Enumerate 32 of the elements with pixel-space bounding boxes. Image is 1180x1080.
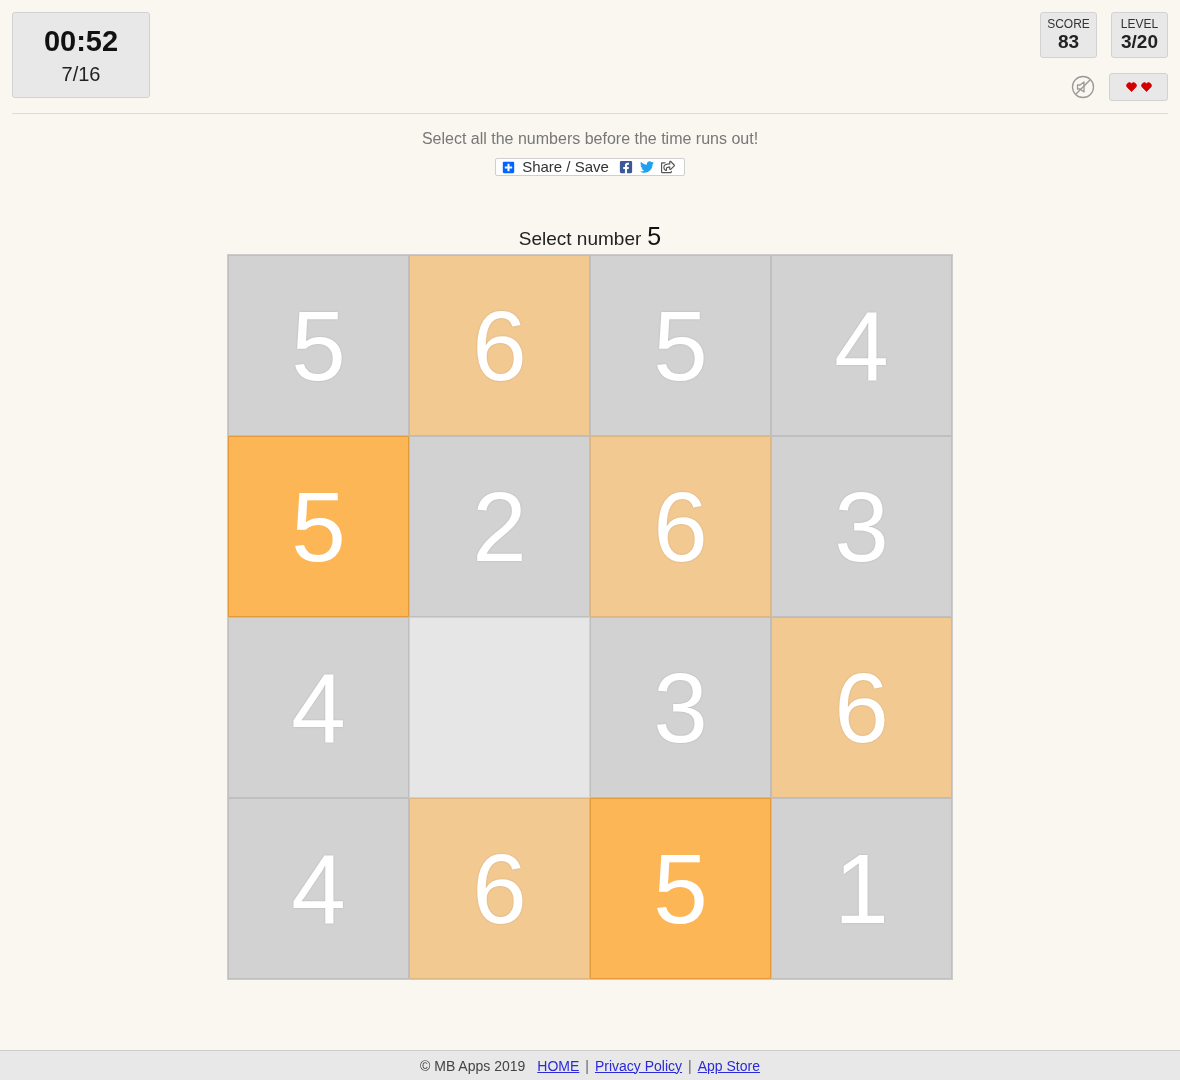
stat-value: 3/20 <box>1121 31 1158 53</box>
share-button[interactable] <box>660 160 675 174</box>
footer-link[interactable]: Privacy Policy <box>594 1057 683 1074</box>
footer-link[interactable]: HOME <box>537 1057 580 1074</box>
prompt-text: Select number <box>518 228 642 250</box>
target-number: 5 <box>647 222 662 251</box>
link-separator: | <box>688 1057 692 1074</box>
facebook-button[interactable] <box>618 160 633 174</box>
share-save-button[interactable]: Share / Save <box>502 159 609 175</box>
sound-off-icon[interactable] <box>1071 75 1095 99</box>
progress-count: 7/16 <box>61 63 101 85</box>
stat-value: 83 <box>1057 31 1080 53</box>
share-icon <box>660 160 675 174</box>
blank-tile[interactable] <box>409 617 590 798</box>
instruction-text: Select all the numbers before the time runs out! <box>421 129 759 149</box>
number-tile[interactable]: 6 <box>409 798 590 979</box>
number-tile[interactable]: 6 <box>590 436 771 617</box>
twitter-icon <box>639 160 654 174</box>
timer-text: 00:52 <box>43 25 119 57</box>
footer-link[interactable]: App Store <box>697 1057 760 1074</box>
number-tile[interactable]: 6 <box>771 617 952 798</box>
facebook-icon <box>618 160 633 174</box>
copyright-text: © MB Apps 2019 <box>420 1057 526 1074</box>
stat-label: SCORE <box>1047 17 1090 31</box>
plus-icon <box>502 160 516 174</box>
link-separator: | <box>585 1057 589 1074</box>
stat-label: LEVEL <box>1120 17 1159 31</box>
number-tile[interactable]: 5 <box>228 436 409 617</box>
lives-button[interactable] <box>1109 73 1168 101</box>
number-tile[interactable]: 6 <box>409 255 590 436</box>
number-tile[interactable]: 5 <box>590 798 771 979</box>
twitter-button[interactable] <box>639 160 654 174</box>
